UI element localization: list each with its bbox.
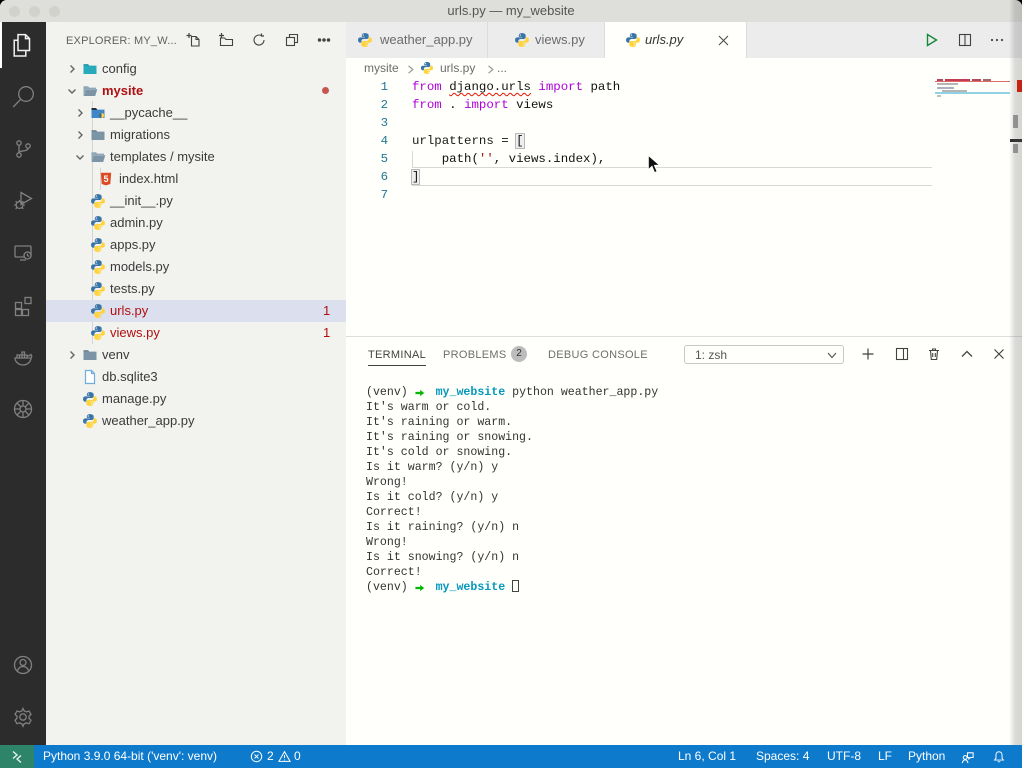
svg-text:5: 5 [103, 174, 108, 184]
